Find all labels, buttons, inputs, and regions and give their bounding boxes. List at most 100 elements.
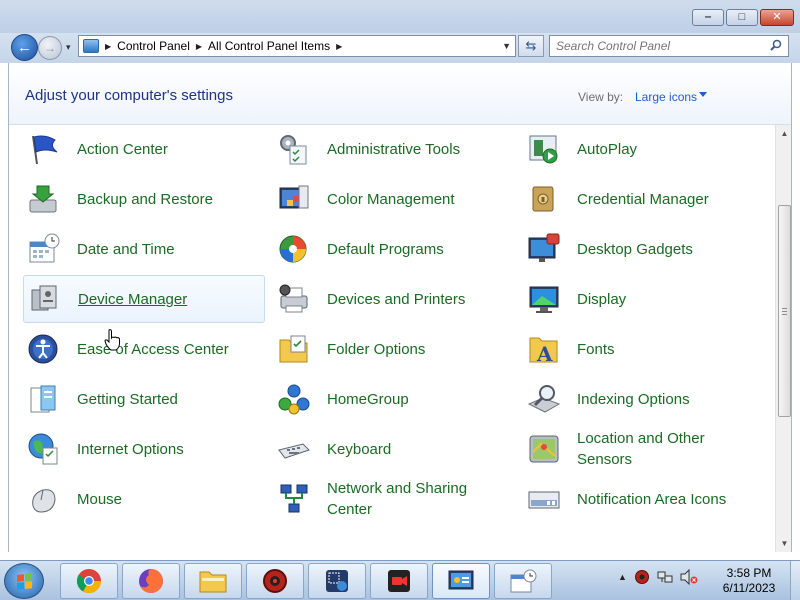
folder-options-icon (279, 335, 308, 363)
show-desktop-button[interactable] (790, 561, 800, 600)
action-center-flag-icon (32, 135, 58, 165)
start-button[interactable] (4, 563, 44, 599)
close-button[interactable]: ✕ (760, 9, 794, 26)
item-label: Getting Started (77, 390, 178, 408)
item-internet-options[interactable]: Internet Options (23, 425, 265, 473)
scroll-thumb[interactable] (778, 205, 791, 417)
item-label: Credential Manager (577, 190, 709, 208)
item-default-programs[interactable]: Default Programs (273, 225, 515, 273)
search-icon[interactable] (770, 39, 782, 51)
scroll-up-arrow-icon[interactable]: ▲ (776, 125, 791, 142)
breadcrumb-arrow-icon[interactable]: ▶ (105, 42, 111, 51)
back-arrow-icon: ← (17, 39, 32, 56)
network-sharing-icon (280, 484, 308, 513)
item-autoplay[interactable]: AutoPlay (523, 125, 765, 173)
maximize-icon: □ (738, 11, 746, 23)
taskbar-control-panel[interactable] (432, 563, 490, 599)
forward-button[interactable]: → (38, 36, 62, 60)
item-label: Default Programs (327, 240, 444, 258)
item-date-and-time[interactable]: Date and Time (23, 225, 265, 273)
color-management-icon (279, 185, 309, 209)
item-folder-options[interactable]: Folder Options (273, 325, 515, 373)
item-label: HomeGroup (327, 390, 409, 408)
device-manager-icon (31, 285, 57, 311)
item-mouse[interactable]: Mouse (23, 475, 265, 523)
item-getting-started[interactable]: Getting Started (23, 375, 265, 423)
page-title: Adjust your computer's settings (25, 87, 233, 104)
desktop-gadgets-icon (528, 233, 560, 262)
breadcrumb-control-panel[interactable]: Control Panel (117, 39, 190, 53)
item-label: Desktop Gadgets (577, 240, 693, 258)
search-input[interactable] (550, 36, 760, 56)
maximize-button[interactable]: □ (726, 9, 758, 26)
taskbar-screen-recorder[interactable] (370, 563, 428, 599)
refresh-button[interactable]: ⇆ (518, 35, 544, 57)
item-desktop-gadgets[interactable]: Desktop Gadgets (523, 225, 765, 273)
item-label: Devices and Printers (327, 290, 466, 308)
item-notification-area-icons[interactable]: Notification Area Icons (523, 475, 765, 523)
item-label: Notification Area Icons (577, 490, 727, 508)
default-programs-icon (279, 235, 307, 263)
item-label: Backup and Restore (77, 190, 213, 208)
dropdown-arrow-icon[interactable] (699, 92, 707, 97)
item-network-and-sharing-center[interactable]: Network and Sharing Center (273, 475, 515, 523)
item-device-manager[interactable]: Device Manager (23, 275, 265, 323)
taskbar-screenshot-tool[interactable] (308, 563, 366, 599)
minimize-button[interactable]: ‒ (692, 9, 724, 26)
item-keyboard[interactable]: Keyboard (273, 425, 515, 473)
item-location-and-other-sensors[interactable]: Location and Other Sensors (523, 425, 765, 473)
item-fonts[interactable]: A Fonts (523, 325, 765, 373)
item-homegroup[interactable]: HomeGroup (273, 375, 515, 423)
item-label: Fonts (577, 340, 615, 358)
control-panel-icon (448, 570, 474, 590)
clock-time: 3:58 PM (726, 566, 772, 580)
chrome-icon (76, 569, 101, 594)
breadcrumb-arrow-icon[interactable]: ▶ (336, 42, 342, 51)
address-bar[interactable]: ▶ Control Panel ▶ All Control Panel Item… (78, 35, 516, 57)
breadcrumb-arrow-icon[interactable]: ▶ (196, 42, 202, 51)
item-label: Internet Options (77, 440, 184, 458)
scroll-down-arrow-icon[interactable]: ▼ (776, 535, 791, 552)
item-label: AutoPlay (577, 140, 638, 158)
internet-options-icon (28, 433, 58, 465)
item-color-management[interactable]: Color Management (273, 175, 515, 223)
search-box[interactable] (549, 35, 789, 57)
taskbar-red-gear-app[interactable] (246, 563, 304, 599)
windows-logo-icon (17, 573, 33, 591)
item-administrative-tools[interactable]: Administrative Tools (273, 125, 515, 173)
breadcrumb-all-items[interactable]: All Control Panel Items (208, 39, 330, 53)
show-hidden-icons-arrow[interactable]: ▲ (618, 572, 627, 582)
item-ease-of-access-center[interactable]: Ease of Access Center (23, 325, 265, 373)
address-dropdown-icon[interactable]: ▼ (502, 41, 511, 51)
network-tray-icon[interactable] (657, 569, 673, 585)
minimize-icon: ‒ (704, 11, 712, 23)
devices-and-printers-icon (279, 284, 308, 313)
display-icon (529, 286, 559, 313)
recent-pages-dropdown[interactable]: ▾ (66, 42, 71, 53)
vertical-scrollbar[interactable]: ▲ ▼ (775, 125, 791, 552)
item-display[interactable]: Display (523, 275, 765, 323)
window-controls: ‒ □ ✕ (692, 9, 794, 26)
taskbar-chrome[interactable] (60, 563, 118, 599)
view-by-dropdown[interactable]: Large icons (635, 90, 697, 104)
system-clock[interactable]: 3:58 PM 6/11/2023 (714, 566, 784, 596)
item-credential-manager[interactable]: Credential Manager (523, 175, 765, 223)
item-indexing-options[interactable]: Indexing Options (523, 375, 765, 423)
fonts-icon: A (529, 337, 558, 366)
item-devices-and-printers[interactable]: Devices and Printers (273, 275, 515, 323)
back-button[interactable]: ← (11, 34, 38, 61)
calendar-clock-icon (510, 569, 537, 593)
item-action-center[interactable]: Action Center (23, 125, 265, 173)
item-label: Folder Options (327, 340, 426, 358)
taskbar-file-explorer[interactable] (184, 563, 242, 599)
volume-muted-icon[interactable] (680, 569, 698, 585)
item-backup-and-restore[interactable]: Backup and Restore (23, 175, 265, 223)
taskbar-firefox[interactable] (122, 563, 180, 599)
taskbar-date-time[interactable] (494, 563, 552, 599)
system-tray: ▲ (618, 569, 698, 585)
content-header: Adjust your computer's settings View by:… (9, 63, 791, 125)
grip-icon (782, 308, 787, 315)
item-label: Action Center (77, 140, 168, 158)
red-gear-tray-icon[interactable] (634, 569, 650, 585)
firefox-icon (139, 569, 163, 593)
